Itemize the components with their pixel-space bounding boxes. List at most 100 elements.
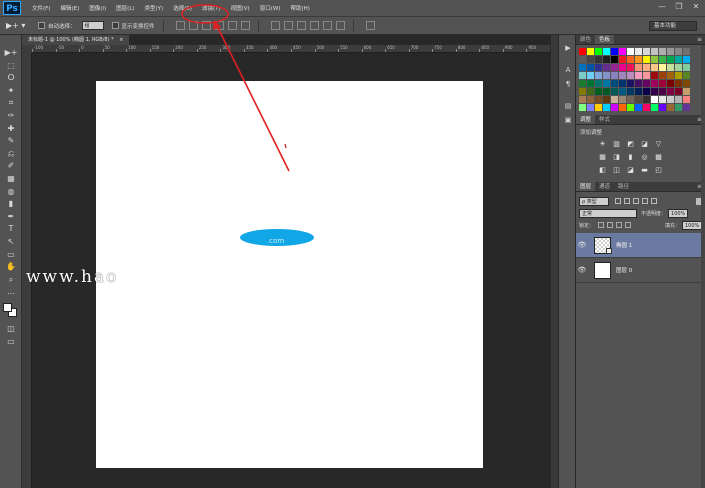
color-swatch[interactable]	[651, 64, 658, 71]
brush-tool-icon[interactable]: ✎	[4, 135, 18, 146]
ellipse-shape[interactable]: .com	[240, 229, 314, 246]
color-swatch[interactable]	[587, 56, 594, 63]
color-swatch[interactable]	[587, 96, 594, 103]
color-swatch[interactable]	[659, 88, 666, 95]
color-swatch[interactable]	[595, 48, 602, 55]
color-swatch[interactable]	[635, 104, 642, 111]
color-picker[interactable]	[3, 303, 19, 319]
paragraph-panel-icon[interactable]: ¶	[562, 79, 574, 90]
lock-transparent-icon[interactable]	[598, 222, 605, 228]
canvas[interactable]: .com	[96, 81, 483, 468]
color-swatch[interactable]	[683, 64, 690, 71]
tab-layers[interactable]: 图层	[576, 182, 596, 191]
color-swatch[interactable]	[603, 48, 610, 55]
color-swatch[interactable]	[595, 88, 602, 95]
quick-mask-icon[interactable]: ◫	[4, 323, 18, 334]
black-white-icon[interactable]: ▮	[626, 153, 635, 162]
distribute-bottom-icon[interactable]	[296, 21, 306, 30]
color-swatch[interactable]	[579, 48, 586, 55]
color-swatch[interactable]	[675, 80, 682, 87]
color-swatch[interactable]	[587, 80, 594, 87]
color-swatch[interactable]	[595, 80, 602, 87]
color-swatch[interactable]	[667, 88, 674, 95]
color-swatch[interactable]	[603, 64, 610, 71]
opacity-field[interactable]: 100%	[668, 208, 689, 218]
auto-select-checkbox[interactable]	[38, 22, 45, 29]
curves-icon[interactable]: ◩	[626, 140, 635, 149]
clone-stamp-tool-icon[interactable]: ⎌	[4, 148, 18, 159]
color-swatch[interactable]	[643, 80, 650, 87]
color-swatch[interactable]	[643, 72, 650, 79]
color-swatch[interactable]	[635, 48, 642, 55]
color-swatch[interactable]	[675, 88, 682, 95]
color-swatch[interactable]	[611, 48, 618, 55]
color-swatch[interactable]	[627, 56, 634, 63]
color-balance-icon[interactable]: ◨	[612, 153, 621, 162]
restore-button[interactable]: ❐	[674, 2, 684, 12]
character-panel-icon[interactable]: A	[562, 65, 574, 76]
color-swatch[interactable]	[683, 48, 690, 55]
color-swatch[interactable]	[627, 48, 634, 55]
distribute-vcenter-icon[interactable]	[283, 21, 293, 30]
color-swatch[interactable]	[611, 64, 618, 71]
menu-type[interactable]: 类型(Y)	[140, 4, 169, 12]
color-swatch[interactable]	[675, 48, 682, 55]
filter-adjustment-icon[interactable]	[624, 198, 630, 204]
hue-saturation-icon[interactable]: ▦	[598, 153, 607, 162]
menu-view[interactable]: 视图(V)	[226, 4, 255, 12]
tab-styles[interactable]: 样式	[595, 115, 614, 124]
selective-color-icon[interactable]: ◰	[654, 166, 663, 175]
layer-name[interactable]: 椭圆 1	[616, 241, 632, 249]
filter-shape-icon[interactable]	[642, 198, 648, 204]
more-tools-icon[interactable]: …	[4, 286, 18, 297]
color-swatch[interactable]	[659, 72, 666, 79]
color-swatch[interactable]	[651, 88, 658, 95]
dodge-tool-icon[interactable]: ▮	[4, 198, 18, 209]
color-swatch[interactable]	[643, 64, 650, 71]
color-swatch[interactable]	[659, 96, 666, 103]
menu-help[interactable]: 帮助(H)	[285, 4, 314, 12]
color-swatch[interactable]	[619, 72, 626, 79]
fill-field[interactable]: 100%	[682, 220, 702, 230]
color-swatch[interactable]	[635, 80, 642, 87]
color-swatch[interactable]	[619, 80, 626, 87]
horizontal-ruler[interactable]: -100 -50 0 50 100 150 200 250 300 350 400 450 500 550…	[32, 45, 550, 53]
color-swatch[interactable]	[579, 72, 586, 79]
menu-edit[interactable]: 编辑(E)	[55, 4, 84, 12]
distribute-left-icon[interactable]	[309, 21, 319, 30]
eyedropper-tool-icon[interactable]: ✑	[4, 110, 18, 121]
show-transform-checkbox[interactable]	[111, 22, 119, 29]
gradient-map-icon[interactable]: ▬	[640, 166, 649, 175]
color-swatch[interactable]	[643, 96, 650, 103]
menu-select[interactable]: 选择(S)	[168, 4, 197, 12]
color-swatch[interactable]	[651, 104, 658, 111]
properties-panel-icon[interactable]: ▤	[562, 101, 574, 112]
close-button[interactable]: ✕	[691, 2, 701, 12]
screen-mode-icon[interactable]: ▭	[4, 336, 18, 347]
color-swatch[interactable]	[579, 64, 586, 71]
menu-filter[interactable]: 滤镜(T)	[197, 4, 226, 12]
color-swatch[interactable]	[675, 72, 682, 79]
color-swatch[interactable]	[683, 80, 690, 87]
history-panel-icon[interactable]: ▶	[562, 43, 574, 54]
tab-adjustments[interactable]: 调整	[576, 115, 596, 124]
color-swatch[interactable]	[619, 88, 626, 95]
healing-brush-tool-icon[interactable]: ✚	[4, 123, 18, 134]
color-swatch[interactable]	[619, 48, 626, 55]
path-selection-tool-icon[interactable]: ↖	[4, 236, 18, 247]
align-top-icon[interactable]	[175, 21, 185, 30]
exposure-icon[interactable]: ◪	[640, 140, 649, 149]
color-swatch[interactable]	[651, 96, 658, 103]
filter-type-icon[interactable]	[633, 198, 639, 204]
eraser-tool-icon[interactable]: ▦	[4, 173, 18, 184]
distribute-right-icon[interactable]	[335, 21, 345, 30]
color-swatch[interactable]	[635, 88, 642, 95]
color-swatch[interactable]	[675, 56, 682, 63]
document-tab[interactable]: 未标题-1 @ 100% (椭圆 1, RGB/8) * ×	[22, 35, 131, 45]
color-swatch[interactable]	[635, 72, 642, 79]
move-tool-icon[interactable]: ▶+	[4, 47, 18, 58]
color-swatch[interactable]	[603, 104, 610, 111]
layer-row-background[interactable]: 👁 图层 0	[576, 258, 705, 283]
color-swatch[interactable]	[603, 88, 610, 95]
color-swatch[interactable]	[587, 64, 594, 71]
